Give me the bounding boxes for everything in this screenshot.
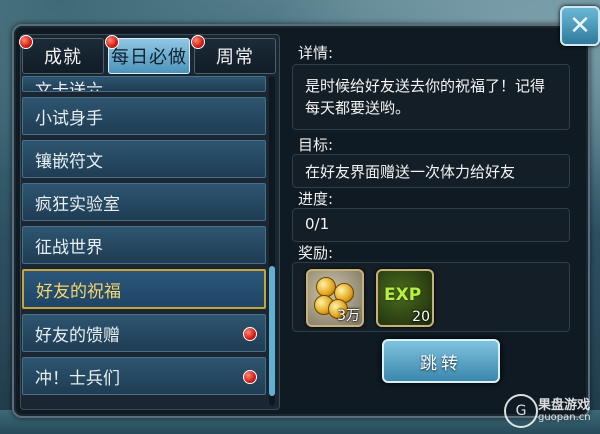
list-item-label: 疯狂实验室 xyxy=(35,194,120,215)
watermark-url: guopan.cn xyxy=(538,412,591,423)
list-item[interactable]: 小试身手 xyxy=(22,97,266,135)
list-item-label: 小试身手 xyxy=(35,108,103,129)
list-item-label: 冲！士兵们 xyxy=(35,368,120,389)
list-item-label: 好友的祝福 xyxy=(36,281,121,302)
progress-label: 进度: xyxy=(298,190,334,208)
list-item-label: 镶嵌符文 xyxy=(35,151,103,172)
list-item-label: 征战世界 xyxy=(35,237,103,258)
list-item-selected[interactable]: 好友的祝福 xyxy=(22,269,266,309)
reward-count: 20 xyxy=(412,309,430,325)
notification-dot-icon xyxy=(105,35,119,49)
tab-achievements[interactable]: 成就 xyxy=(19,35,104,74)
tab-daily[interactable]: 每日必做 xyxy=(105,35,190,74)
exp-icon: EXP xyxy=(384,285,422,305)
task-list: 文卡送六 小试身手 镶嵌符文 疯狂实验室 征战世界 好友的祝福 好友的馈赠 冲！… xyxy=(22,76,266,406)
target-label: 目标: xyxy=(298,136,334,154)
watermark-logo-icon: G xyxy=(504,394,538,428)
notification-dot-icon xyxy=(243,370,257,384)
tab-label: 每日必做 xyxy=(111,47,187,68)
list-item[interactable]: 好友的馈赠 xyxy=(22,314,266,352)
tab-label: 成就 xyxy=(44,47,82,68)
list-item[interactable]: 镶嵌符文 xyxy=(22,140,266,178)
list-item[interactable]: 冲！士兵们 xyxy=(22,357,266,395)
progress-text: 0/1 xyxy=(305,215,330,233)
jump-button[interactable]: 跳转 xyxy=(382,339,500,383)
details-label: 详情: xyxy=(298,44,334,62)
list-item-label: 文卡送六 xyxy=(35,81,103,92)
target-box: 在好友界面赠送一次体力给好友 xyxy=(292,154,570,188)
details-box: 是时候给好友送去你的祝福了！记得每天都要送哟。 xyxy=(292,64,570,130)
tab-label: 周常 xyxy=(216,47,254,68)
list-item-label: 好友的馈赠 xyxy=(35,325,120,346)
notification-dot-icon xyxy=(243,327,257,341)
reward-exp[interactable]: EXP 20 xyxy=(376,269,434,327)
watermark: G 果盘游戏 guopan.cn xyxy=(504,392,596,430)
list-scrollbar[interactable] xyxy=(269,76,275,406)
watermark-name: 果盘游戏 xyxy=(538,398,591,413)
reward-label: 奖励: xyxy=(298,244,334,262)
reward-count: 3万 xyxy=(337,308,360,324)
details-text: 是时候给好友送去你的祝福了！记得每天都要送哟。 xyxy=(305,77,546,117)
reward-gold[interactable]: 3万 xyxy=(306,269,364,327)
list-item[interactable]: 疯狂实验室 xyxy=(22,183,266,221)
scrollbar-thumb[interactable] xyxy=(269,266,275,396)
progress-box: 0/1 xyxy=(292,208,570,242)
tab-weekly[interactable]: 周常 xyxy=(191,35,276,74)
jump-button-label: 跳转 xyxy=(420,353,462,374)
notification-dot-icon xyxy=(19,35,33,49)
close-icon: ✕ xyxy=(569,11,591,41)
close-button[interactable]: ✕ xyxy=(560,6,600,46)
notification-dot-icon xyxy=(191,35,205,49)
tab-bar: 成就 每日必做 周常 xyxy=(19,35,278,74)
target-text: 在好友界面赠送一次体力给好友 xyxy=(305,163,516,181)
list-item[interactable]: 文卡送六 xyxy=(22,76,266,92)
list-item[interactable]: 征战世界 xyxy=(22,226,266,264)
